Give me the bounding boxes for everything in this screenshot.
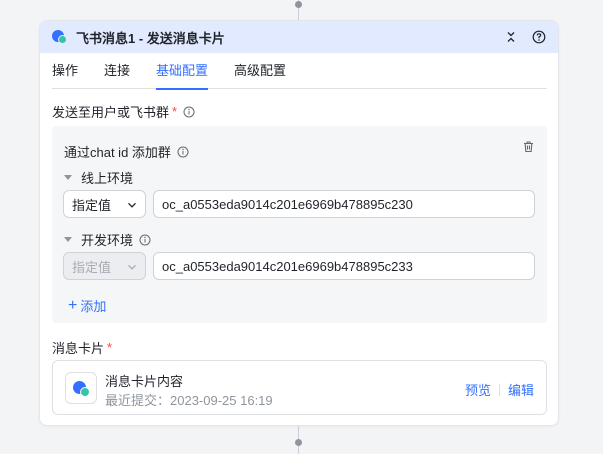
info-icon[interactable] <box>177 146 189 158</box>
message-card-label-row: 消息卡片 * <box>52 338 112 357</box>
message-card-last-submitted: 最近提交：2023-09-25 16:19 <box>105 393 273 408</box>
panel-title: 通过chat id 添加群 <box>64 145 171 160</box>
tab-connection[interactable]: 连接 <box>104 53 130 89</box>
info-icon[interactable] <box>139 234 151 246</box>
plus-icon: + <box>68 297 78 314</box>
collapse-icon[interactable] <box>504 30 518 44</box>
message-card-title: 消息卡片内容 <box>105 374 184 389</box>
lark-logo-icon <box>52 29 68 45</box>
chevron-down-icon <box>128 202 136 208</box>
dev-env-select: 指定值 <box>63 252 146 280</box>
node-config-card: 飞书消息1 - 发送消息卡片 操作 连接 基础配置 高级配置 发送至用户或飞书群… <box>39 20 559 426</box>
edit-link[interactable]: 编辑 <box>508 380 534 399</box>
required-mark: * <box>172 104 178 119</box>
recipient-label-row: 发送至用户或飞书群 * <box>52 102 195 121</box>
recipient-label: 发送至用户或飞书群 <box>52 105 170 120</box>
add-label: 添加 <box>80 299 107 314</box>
panel-title-row: 通过chat id 添加群 <box>64 142 189 161</box>
preview-link[interactable]: 预览 <box>465 380 491 399</box>
caret-down-icon <box>64 237 72 242</box>
message-card-icon <box>65 372 97 404</box>
required-mark: * <box>107 340 113 355</box>
add-group-button[interactable]: + 添加 <box>68 296 106 315</box>
divider <box>498 383 500 396</box>
dev-env-select-value: 指定值 <box>72 259 112 275</box>
online-env-toggle[interactable]: 线上环境 <box>64 168 133 187</box>
flow-connector-top-dot <box>295 1 302 8</box>
card-title: 飞书消息1 - 发送消息卡片 <box>76 30 225 46</box>
help-icon[interactable] <box>532 30 546 44</box>
message-card-item: 消息卡片内容 最近提交：2023-09-25 16:19 预览 编辑 <box>52 360 547 415</box>
online-env-select[interactable]: 指定值 <box>63 190 146 218</box>
online-chat-id-input[interactable] <box>153 190 535 218</box>
delete-icon[interactable] <box>522 140 535 156</box>
message-card-label: 消息卡片 <box>52 341 105 356</box>
tab-operation[interactable]: 操作 <box>52 53 78 89</box>
chat-id-panel: 通过chat id 添加群 线上环境 指定值 开发环境 指定值 <box>52 126 547 323</box>
chevron-down-icon <box>128 264 136 270</box>
card-header: 飞书消息1 - 发送消息卡片 <box>40 21 558 53</box>
tab-basic-config[interactable]: 基础配置 <box>156 53 209 90</box>
info-icon[interactable] <box>183 106 195 118</box>
flow-connector-bottom-dot <box>295 439 302 446</box>
dev-chat-id-input[interactable] <box>153 252 535 280</box>
online-env-select-value: 指定值 <box>72 197 112 213</box>
dev-env-label: 开发环境 <box>81 233 134 248</box>
caret-down-icon <box>64 175 72 180</box>
online-env-label: 线上环境 <box>81 171 134 186</box>
tab-advanced-config[interactable]: 高级配置 <box>234 53 286 89</box>
dev-env-toggle[interactable]: 开发环境 <box>64 230 151 249</box>
config-tabs: 操作 连接 基础配置 高级配置 <box>52 53 547 90</box>
